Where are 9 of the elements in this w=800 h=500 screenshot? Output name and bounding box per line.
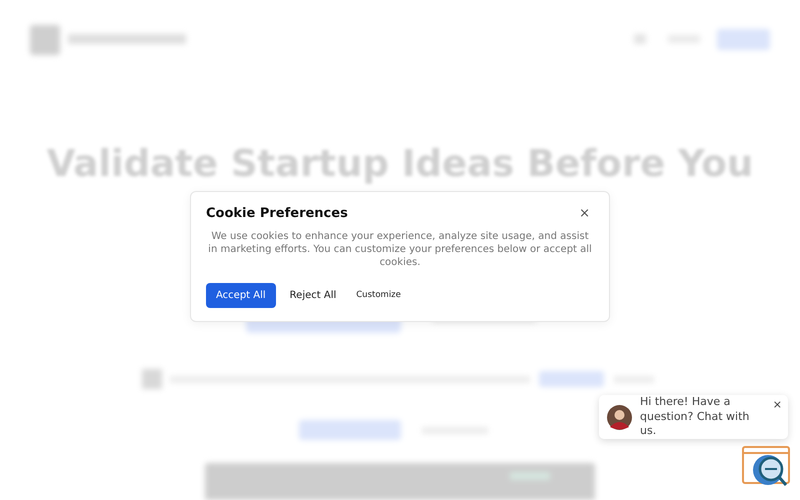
- close-button[interactable]: ×: [772, 399, 782, 410]
- cookie-message: We use cookies to enhance your experience, analyze site usage, and assist in marketing efforts. You can customize your preferences below or accept all cookies.: [207, 230, 593, 269]
- chat-message: Hi there! Have a question? Chat with us.: [640, 394, 750, 440]
- dialog-title: Cookie Preferences: [206, 206, 348, 222]
- reject-button[interactable]: Reject All: [284, 282, 342, 308]
- close-button[interactable]: ×: [575, 207, 594, 220]
- accept-button[interactable]: Accept All: [206, 282, 276, 308]
- avatar-icon: [607, 404, 632, 430]
- customize-button[interactable]: Customize: [350, 284, 407, 306]
